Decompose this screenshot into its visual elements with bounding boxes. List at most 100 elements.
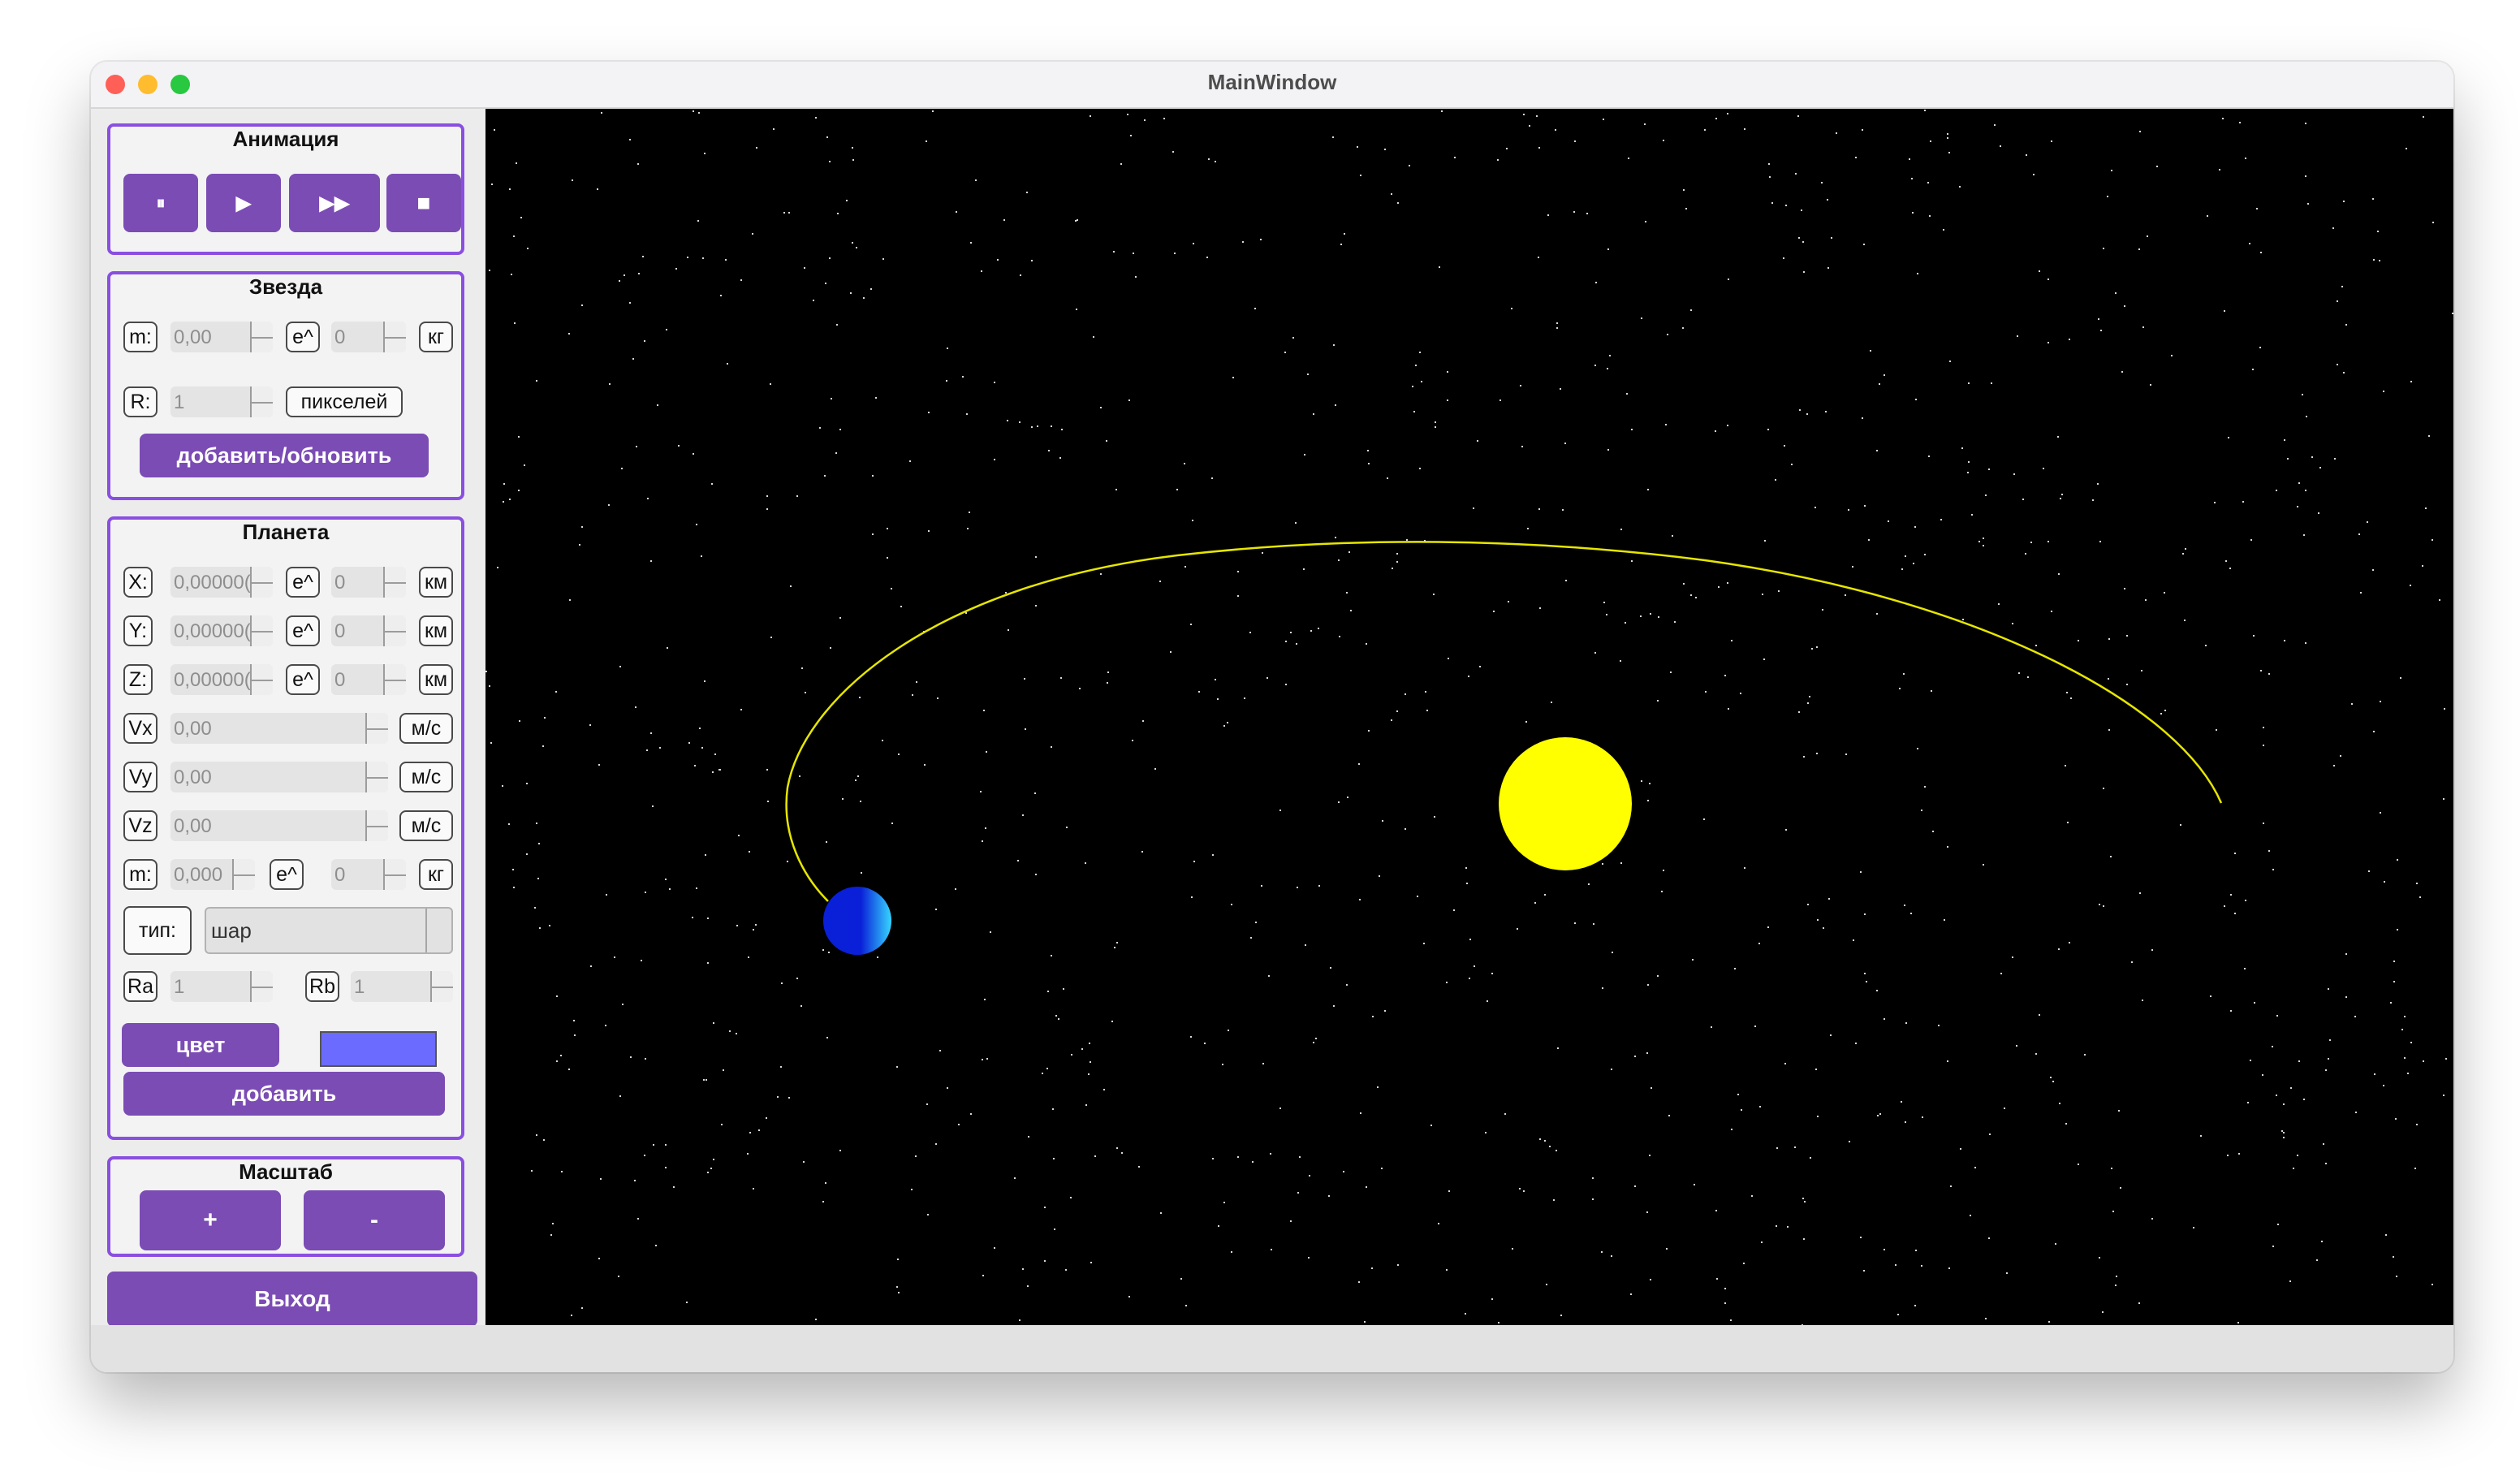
planet-ra-spinbox[interactable]: 1 [170,971,273,1002]
planet-z-exp-spinbox[interactable]: 0 [331,664,406,695]
background-star [2334,458,2336,460]
background-star [983,710,985,711]
planet-y-spin-arrows[interactable] [250,615,273,646]
background-star [2260,252,2262,253]
planet-z-spin-arrows[interactable] [250,664,273,695]
background-star [1740,693,1741,694]
planet-y-exp-spinbox[interactable]: 0 [331,615,406,646]
planet-y-spinbox[interactable]: 0,00000( [170,615,273,646]
background-star [1816,753,1818,754]
background-star [966,413,968,415]
background-star [1737,1094,1739,1095]
zoom-in-button[interactable]: + [140,1190,281,1250]
background-star [1116,942,1118,943]
background-star [1564,443,1566,444]
background-star [669,888,671,890]
planet-x-spinbox[interactable]: 0,00000( [170,567,273,598]
background-star [608,504,610,506]
planet-vz-spin-arrows[interactable] [365,810,388,841]
background-star [1776,1225,1777,1227]
fast-forward-button[interactable]: ▶▶ [289,174,380,232]
background-star [1690,594,1692,596]
background-star [2108,638,2110,640]
planet-y-exp-spin-arrows[interactable] [383,615,406,646]
background-star [2156,166,2158,167]
background-star [629,302,631,304]
planet-x-spin-arrows[interactable] [250,567,273,598]
background-star [1366,1186,1367,1188]
planet-rb-spinbox[interactable]: 1 [351,971,453,1002]
planet-type-combobox[interactable]: шар [205,907,453,954]
background-star [2354,1016,2356,1017]
status-bar [91,1325,2453,1372]
background-star [1985,494,1987,496]
star-mass-spinbox[interactable]: 0,00 [170,322,273,352]
pause-button[interactable]: ⏸ [123,174,198,232]
background-star [1775,479,1776,481]
background-star [555,691,557,693]
control-sidebar: Анимация ⏸ ▶ ▶▶ ■ Звезда m: 0,00 e^ 0 кг… [91,109,485,1327]
star-radius-spinbox[interactable]: 1 [170,386,273,417]
background-star [2242,501,2244,503]
planet-vz-label: Vz [123,810,158,841]
planet-rb-spin-arrows[interactable] [430,971,453,1002]
background-star [932,110,934,112]
background-star [753,929,754,930]
background-star [2151,949,2153,951]
planet-z-exp-spin-arrows[interactable] [383,664,406,695]
scale-group: Масштаб + - [107,1156,464,1257]
planet-vx-spinbox[interactable]: 0,00 [170,713,388,744]
star-group: Звезда m: 0,00 e^ 0 кг R: 1 пикселей доб… [107,271,464,500]
planet-mass-spinbox[interactable]: 0,000 [170,859,255,890]
background-star [1694,1184,1695,1185]
space-canvas[interactable] [485,109,2453,1325]
background-star [1271,1249,1272,1250]
background-star [1651,1087,1652,1089]
exit-button[interactable]: Выход [107,1272,477,1327]
background-star [2006,1272,2008,1274]
background-star [2108,729,2110,731]
play-button[interactable]: ▶ [206,174,281,232]
planet-type-dropdown-arrow[interactable] [425,909,451,952]
planet-z-spinbox[interactable]: 0,00000( [170,664,273,695]
background-star [1262,552,1263,554]
stop-button[interactable]: ■ [386,174,461,232]
star-mass-spin-arrows[interactable] [250,322,273,352]
planet-vy-spin-arrows[interactable] [365,762,388,792]
background-star [2142,1000,2143,1001]
star-radius-spin-arrows[interactable] [250,386,273,417]
background-star [1803,271,1805,273]
star-exp-spinbox[interactable]: 0 [331,322,406,352]
star-add-update-button[interactable]: добавить/обновить [140,434,429,477]
planet-mass-exp-spin-arrows[interactable] [383,859,406,890]
star-exp-spin-arrows[interactable] [383,322,406,352]
planet-ra-spin-arrows[interactable] [250,971,273,1002]
planet-color-button[interactable]: цвет [122,1023,279,1067]
planet-vy-spinbox[interactable]: 0,00 [170,762,388,792]
planet-vz-spinbox[interactable]: 0,00 [170,810,388,841]
background-star [1905,1022,1907,1024]
background-star [2419,896,2421,898]
background-star [1904,905,1905,906]
planet-vx-spin-arrows[interactable] [365,713,388,744]
planet-x-exp-spinbox[interactable]: 0 [331,567,406,598]
planet-mass-exp-spinbox[interactable]: 0 [331,859,406,890]
background-star [1223,1202,1225,1203]
background-star [1913,563,1914,564]
planet-x-unit: км [419,567,453,598]
planet-x-exp-spin-arrows[interactable] [383,567,406,598]
planet-add-button[interactable]: добавить [123,1072,445,1116]
title-bar: MainWindow [91,62,2453,109]
background-star [2058,573,2060,575]
zoom-out-button[interactable]: - [304,1190,445,1250]
background-star [2293,1168,2294,1169]
planet-mass-spin-arrows[interactable] [232,859,255,890]
planet-rb-label: Rb [305,971,339,1002]
background-star [665,1167,667,1168]
background-star [896,1066,898,1068]
background-star [693,453,694,455]
background-star [985,827,986,829]
background-star [1154,768,1156,770]
background-star [1487,1000,1488,1002]
background-star [1960,1148,1961,1150]
